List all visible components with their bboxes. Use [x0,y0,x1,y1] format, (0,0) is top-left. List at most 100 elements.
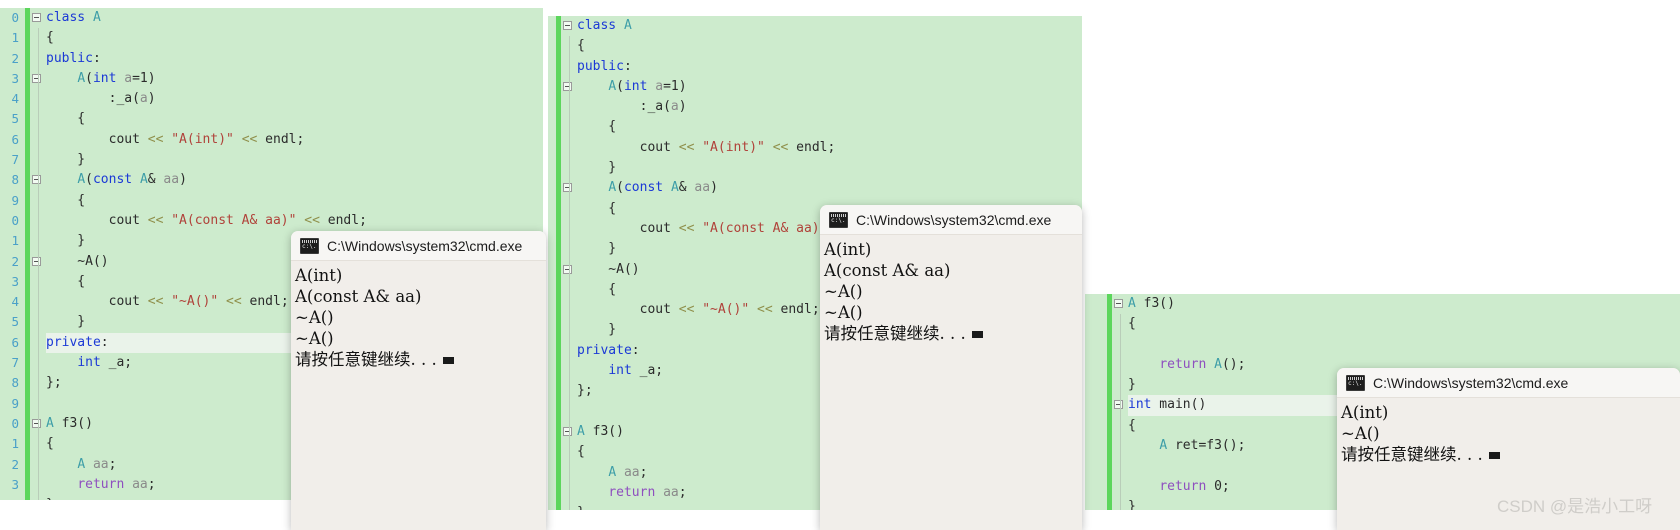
console-title-bar-1[interactable]: C:\Windows\system32\cmd.exe [291,231,546,261]
fold-toggle-icon[interactable] [1114,299,1123,308]
line-number: 2 [11,253,19,269]
code-line[interactable]: } [46,150,543,170]
code-line[interactable]: class A [32,8,543,28]
code-line[interactable]: A(const A& aa) [563,178,1082,198]
line-number: 8 [11,375,19,391]
code-line[interactable]: A(const A& aa) [32,170,543,190]
change-indicator-bar [556,16,561,510]
console-title-bar-3[interactable]: C:\Windows\system32\cmd.exe [1337,368,1680,398]
fold-toggle-icon[interactable] [563,81,572,91]
code-text: { [46,273,86,289]
code-line[interactable]: cout << "A(int)" << endl; [46,130,543,150]
code-text: int _a; [608,363,664,379]
code-text: A ret=f3(); [1159,438,1246,454]
console-cursor [971,331,983,338]
fold-toggle-icon[interactable] [563,426,572,436]
console-prompt: 请按任意键继续. . . [824,324,966,343]
console-title: C:\Windows\system32\cmd.exe [327,237,523,254]
code-text: class A [577,18,632,33]
code-text: private: [577,342,640,358]
code-text: ~A() [46,253,109,269]
code-line[interactable]: cout << "A(const A& aa)" << endl; [46,211,543,231]
code-line[interactable] [1128,335,1680,355]
console-window-1[interactable]: C:\Windows\system32\cmd.exe A(int) A(con… [291,231,546,530]
code-text: return aa; [77,476,156,492]
line-number: 8 [11,172,19,188]
code-text: { [46,436,54,452]
code-line[interactable]: :_a(a) [46,89,543,109]
code-text: { [577,200,617,216]
code-line[interactable]: :_a(a) [577,97,1082,117]
code-line[interactable]: { [1128,314,1680,334]
line-number: 5 [11,314,19,330]
fold-toggle-icon[interactable] [32,256,41,266]
fold-toggle-icon[interactable] [32,175,41,185]
code-text: private: [46,334,109,350]
fold-toggle-icon[interactable] [32,418,41,428]
cmd-icon [300,237,319,254]
fold-toggle-icon[interactable] [1114,400,1123,410]
code-text: :_a(a) [46,91,156,107]
code-line[interactable]: A f3() [1114,294,1680,314]
code-text: A aa; [77,456,117,472]
code-line[interactable]: { [577,117,1082,137]
code-text: { [577,281,617,297]
code-line[interactable]: class A [563,16,1082,36]
fold-toggle-icon[interactable] [32,13,41,22]
code-text: } [46,314,86,330]
line-number: 2 [11,456,19,472]
code-text: } [577,241,617,257]
code-line[interactable]: public: [46,49,543,69]
line-number: 5 [11,111,19,127]
line-number: 4 [11,294,19,310]
fold-toggle-icon[interactable] [32,73,41,83]
console-title-bar-2[interactable]: C:\Windows\system32\cmd.exe [820,205,1082,235]
fold-toggle-icon[interactable] [563,264,572,274]
code-line[interactable]: } [577,158,1082,178]
code-text: A(int a=1) [77,70,156,86]
code-line[interactable]: { [577,36,1082,56]
line-number: 4 [11,91,19,107]
code-line[interactable]: { [46,191,543,211]
line-number: 3 [11,70,19,86]
code-text: cout << "~A()" << endl; [577,302,820,318]
code-line[interactable]: A(int a=1) [32,69,543,89]
code-text: A f3() [1128,296,1175,311]
change-indicator-bar [25,8,30,500]
console-cursor [442,357,454,364]
code-text: class A [46,10,101,25]
code-line[interactable]: { [46,28,543,48]
console-prompt: 请按任意键继续. . . [1341,445,1483,464]
code-text: } [46,152,86,168]
code-line[interactable]: public: [577,57,1082,77]
line-number: 3 [11,476,19,492]
line-number: 9 [11,395,19,411]
code-line[interactable]: A(int a=1) [563,77,1082,97]
code-text: { [46,30,54,46]
code-text: return aa; [608,484,687,500]
fold-toggle-icon[interactable] [563,183,572,193]
code-text: cout << "A(int)" << endl; [46,131,305,147]
line-number: 0 [11,415,19,431]
console-title: C:\Windows\system32\cmd.exe [856,211,1052,228]
code-text: :_a(a) [577,99,687,115]
console-window-2[interactable]: C:\Windows\system32\cmd.exe A(int) A(con… [820,205,1082,530]
code-text: { [1128,417,1136,433]
code-text: { [577,119,617,135]
line-number: 7 [11,152,19,168]
line-number: 6 [11,131,19,147]
line-number: 1 [11,30,19,46]
code-text: { [1128,316,1136,332]
console-output-2: A(int) A(const A& aa) ~A() ~A() 请按任意键继续.… [820,235,1082,344]
line-number: 0 [11,10,19,25]
console-title: C:\Windows\system32\cmd.exe [1373,374,1569,391]
code-line[interactable]: cout << "A(int)" << endl; [577,138,1082,158]
indent-guide [569,36,570,510]
console-output-1: A(int) A(const A& aa) ~A() ~A() 请按任意键继续.… [291,261,546,370]
line-number-gutter: 012345678901234567890123456789 [0,8,22,500]
line-number: 1 [11,233,19,249]
code-line[interactable]: { [46,109,543,129]
line-number: 9 [11,192,19,208]
console-output-3: A(int) ~A() 请按任意键继续. . . [1337,398,1680,465]
fold-toggle-icon[interactable] [563,21,572,30]
